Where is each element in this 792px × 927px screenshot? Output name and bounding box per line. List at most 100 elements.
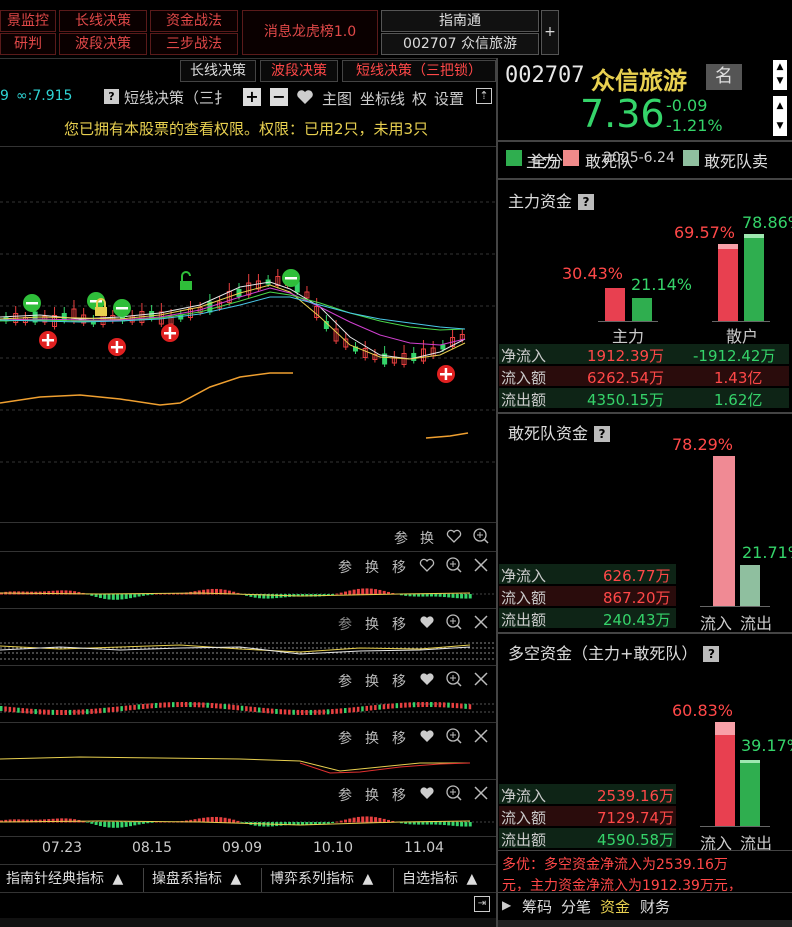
histogram-bar [455, 822, 459, 827]
band-subchart[interactable] [0, 637, 496, 665]
buy-marker[interactable] [39, 331, 57, 349]
heart-icon[interactable] [418, 613, 436, 631]
swap-button[interactable]: 换 [365, 557, 379, 577]
scroll-price-arrows[interactable]: ▲ ▼ [773, 96, 787, 136]
horizontal-scrollbar[interactable] [0, 918, 496, 927]
help-icon[interactable]: ? [594, 426, 611, 442]
buy-marker[interactable] [161, 324, 179, 342]
heart-icon[interactable] [418, 670, 436, 688]
stock-tab[interactable]: 002707 众信旅游 [381, 33, 539, 55]
tab-trading-indicators[interactable]: 操盘系指标 ▲ [146, 868, 262, 892]
buy-marker[interactable] [437, 365, 455, 383]
zoom-icon[interactable] [445, 556, 463, 574]
close-icon[interactable] [472, 613, 490, 631]
stock-badge[interactable]: 名 [706, 64, 742, 90]
candle-subchart[interactable] [0, 694, 496, 722]
histogram-bar [356, 588, 360, 595]
zoom-icon[interactable] [445, 613, 463, 631]
menu-three-step[interactable]: 三步战法 [150, 33, 238, 55]
tab-band-decision[interactable]: 波段决策 [260, 60, 338, 82]
menu-monitor[interactable]: 景监控 [0, 10, 56, 32]
zoom-icon[interactable] [445, 670, 463, 688]
expand-icon[interactable]: ⇥ [474, 896, 490, 912]
tab-custom-indicators[interactable]: 自选指标 ▲ [396, 868, 496, 892]
heart-icon[interactable] [418, 784, 436, 802]
tab-ticks[interactable]: 分笔 [561, 896, 591, 917]
histogram-bar [154, 593, 158, 595]
param-button[interactable]: 参 [338, 614, 352, 634]
coord-line-button[interactable]: 坐标线 [360, 88, 405, 109]
swap-button[interactable]: 换 [420, 528, 434, 548]
move-button[interactable]: 移 [392, 614, 406, 634]
swap-button[interactable]: 换 [365, 614, 379, 634]
param-button[interactable]: 参 [338, 728, 352, 748]
zoom-icon[interactable] [445, 784, 463, 802]
add-tab-button[interactable]: + [541, 10, 559, 55]
tab-finance[interactable]: 财务 [640, 896, 670, 917]
indicator-name[interactable]: 短线决策（三扌 [124, 87, 229, 108]
menu-guide[interactable]: 指南通 [381, 10, 539, 32]
line-subchart[interactable] [0, 751, 496, 779]
sell-marker[interactable] [23, 294, 41, 312]
bottom-subchart[interactable] [0, 808, 496, 836]
heart-outline-icon[interactable] [445, 527, 463, 545]
zoom-in-icon[interactable]: + [243, 88, 261, 106]
tab-classic-indicators[interactable]: 指南针经典指标 ▲ [0, 868, 144, 892]
scroll-stock-arrows[interactable]: ▲ ▼ [773, 60, 787, 90]
param-button[interactable]: 参 [338, 785, 352, 805]
param-button[interactable]: 参 [338, 671, 352, 691]
menu-band-decision[interactable]: 波段决策 [59, 33, 147, 55]
close-icon[interactable] [472, 784, 490, 802]
permission-button[interactable]: 权 [412, 88, 427, 109]
tab-chips[interactable]: 筹码 [522, 896, 552, 917]
param-button[interactable]: 参 [338, 557, 352, 577]
histogram-bar [447, 822, 451, 826]
menu-fund-tactics[interactable]: 资金战法 [150, 10, 238, 32]
tab-short-decision[interactable]: 短线决策（三把锁） [342, 60, 496, 82]
histogram-bar [464, 822, 468, 827]
main-chart-button[interactable]: 主图 [322, 88, 352, 109]
zoom-icon[interactable] [445, 727, 463, 745]
move-button[interactable]: 移 [392, 785, 406, 805]
sell-marker[interactable] [282, 269, 300, 287]
favorite-heart-icon[interactable] [296, 88, 314, 106]
swap-button[interactable]: 换 [365, 785, 379, 805]
buy-marker[interactable] [108, 338, 126, 356]
dare-net-inflow: 626.77万 [603, 567, 671, 585]
price-chart[interactable] [0, 147, 496, 523]
zoom-out-icon[interactable]: − [270, 88, 288, 106]
histogram-bar [438, 822, 442, 825]
close-icon[interactable] [472, 670, 490, 688]
heart-icon[interactable] [418, 727, 436, 745]
help-icon[interactable]: ? [703, 646, 720, 662]
sell-marker[interactable] [113, 299, 131, 317]
play-icon[interactable]: ▶ [502, 898, 511, 912]
menu-long-decision[interactable]: 长线决策 [59, 10, 147, 32]
swap-button[interactable]: 换 [365, 671, 379, 691]
tab-funds[interactable]: 资金 [600, 896, 630, 917]
heart-outline-icon[interactable] [418, 556, 436, 574]
settings-button[interactable]: 设置 [434, 88, 464, 109]
help-icon[interactable]: ? [578, 194, 595, 210]
tab-label: 自选指标 [402, 871, 458, 887]
histogram-bar [348, 818, 352, 823]
move-button[interactable]: 移 [392, 671, 406, 691]
param-button[interactable]: 参 [394, 528, 408, 548]
menu-news-rank[interactable]: 消息龙虎榜1.0 [242, 10, 378, 55]
close-icon[interactable] [472, 556, 490, 574]
histogram-bar [447, 594, 451, 598]
tab-long-decision[interactable]: 长线决策 [180, 60, 256, 82]
collapse-icon[interactable]: ⇡ [476, 88, 492, 104]
macd-subchart[interactable] [0, 580, 496, 608]
close-icon[interactable] [472, 727, 490, 745]
tab-label: 博弈系列指标 [270, 871, 354, 887]
zoom-icon[interactable] [472, 527, 490, 545]
move-button[interactable]: 移 [392, 557, 406, 577]
tab-game-indicators[interactable]: 博弈系列指标 ▲ [264, 868, 394, 892]
retail-inflow: 1.43亿 [714, 369, 763, 387]
menu-research[interactable]: 研判 [0, 33, 56, 55]
move-button[interactable]: 移 [392, 728, 406, 748]
swap-button[interactable]: 换 [365, 728, 379, 748]
histogram-bar [356, 816, 360, 823]
help-icon[interactable]: ? [104, 89, 119, 104]
